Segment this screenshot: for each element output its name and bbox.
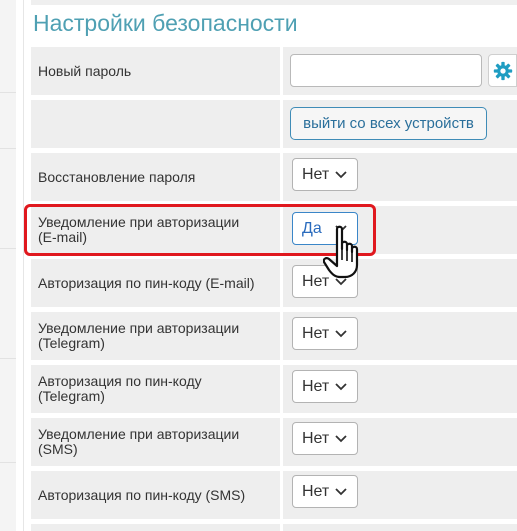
password-recovery-select[interactable]: Нет [292,158,358,191]
pin-auth-sms-label: Авторизация по пин-коду (SMS) [31,471,280,519]
login-notification-telegram-label: Уведомление при авторизации (Telegram) [31,312,280,360]
gear-icon [493,61,512,80]
top-strip [31,0,517,5]
logout-all-devices-button[interactable]: выйти со всех устройств [290,107,487,140]
login-notification-sms-select[interactable]: Нет [292,422,358,455]
chevron-down-icon [335,488,347,496]
pin-auth-sms-select[interactable]: Нет [292,475,358,508]
login-notification-telegram-select[interactable]: Нет [292,317,358,350]
chevron-down-icon [335,171,347,179]
chevron-down-icon [335,383,347,391]
pin-auth-email-label: Авторизация по пин-коду (E-mail) [31,259,280,307]
chevron-down-icon [335,330,347,338]
left-edge [0,0,16,531]
pin-auth-telegram-select[interactable]: Нет [292,370,358,403]
hand-pointer-icon [323,225,359,279]
generate-password-button[interactable] [488,54,517,87]
chevron-down-icon [335,435,347,443]
next-row-label [31,524,280,531]
page-title: Настройки безопасности [33,10,298,36]
logout-row-label [31,100,280,148]
next-row-cell [283,524,517,531]
password-recovery-label: Восстановление пароля [31,153,280,201]
pin-auth-telegram-label: Авторизация по пин-коду (Telegram) [31,365,280,413]
new-password-label: Новый пароль [31,47,280,95]
login-notification-sms-label: Уведомление при авторизации (SMS) [31,418,280,466]
new-password-input[interactable] [290,54,482,87]
